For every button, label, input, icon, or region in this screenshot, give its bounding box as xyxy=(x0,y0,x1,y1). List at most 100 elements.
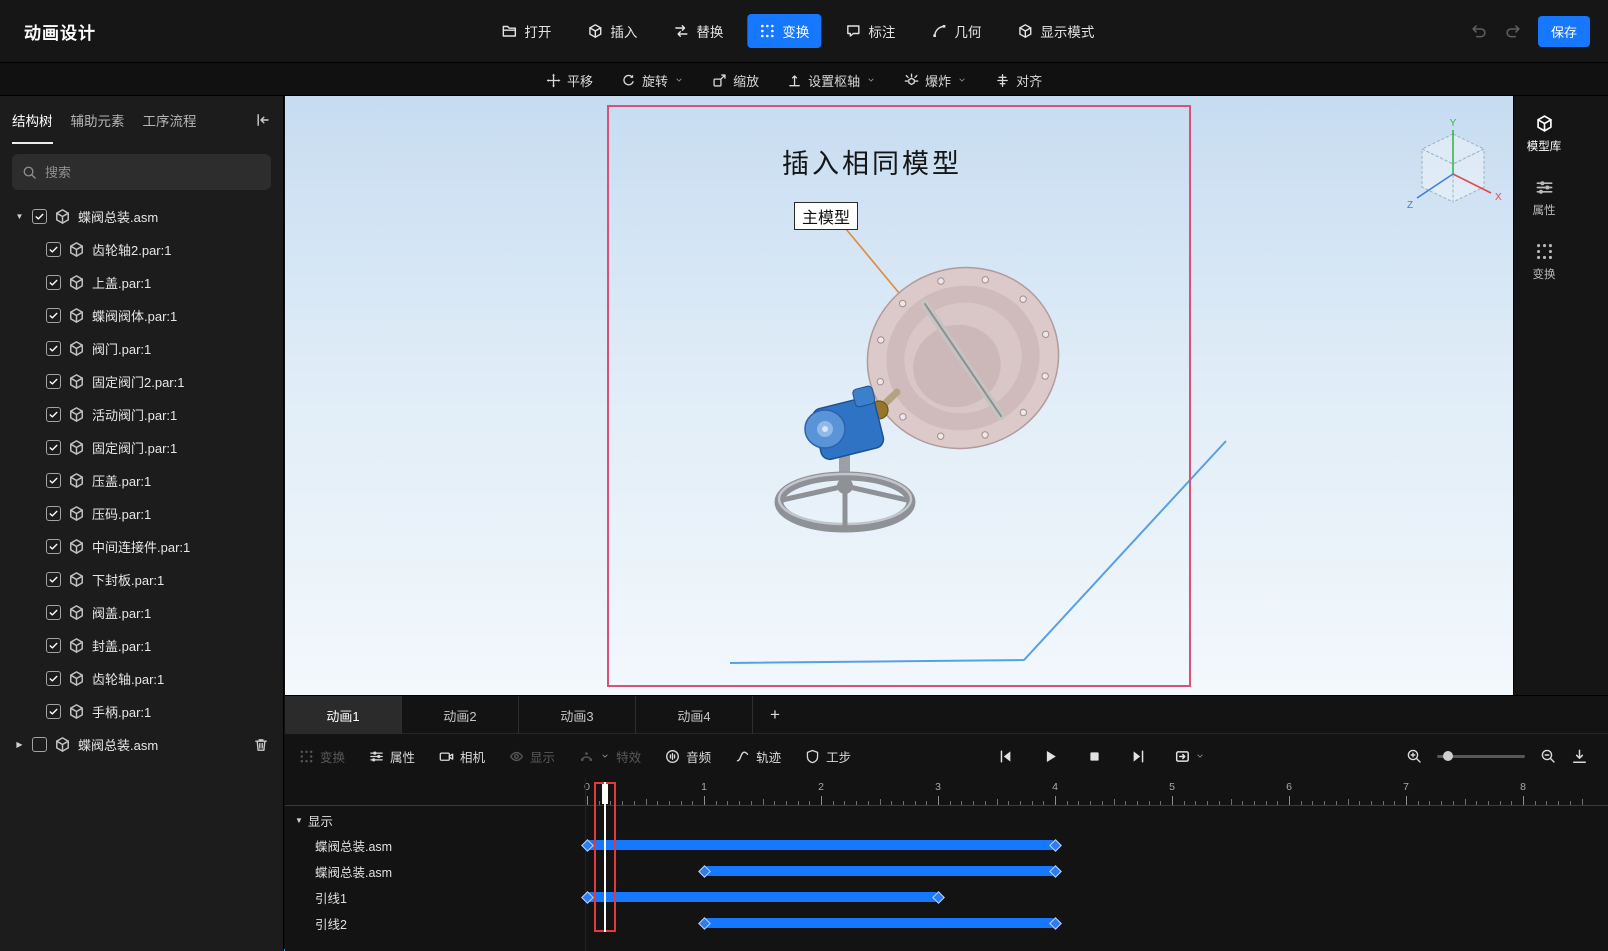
tree-item[interactable]: 固定阀门.par:1 xyxy=(0,431,283,464)
search-input[interactable] xyxy=(45,164,261,180)
checkbox-checked[interactable] xyxy=(46,704,61,719)
slide-frame[interactable] xyxy=(607,105,1191,687)
toolbar-button-pan[interactable]: 平移 xyxy=(546,71,593,90)
animation-tab-4[interactable]: 动画4 xyxy=(636,696,753,734)
right-panel-button-transform[interactable]: 变换 xyxy=(1518,242,1570,282)
toolbar-button-align[interactable]: 对齐 xyxy=(995,71,1042,90)
model-callout-label[interactable]: 主模型 xyxy=(794,202,859,230)
timeline-tool-effects[interactable]: 特效 xyxy=(579,747,641,766)
tree-root-item-2[interactable]: ▶ 蝶阀总装.asm xyxy=(0,728,283,761)
redo-button[interactable] xyxy=(1504,22,1522,40)
tree-item[interactable]: 压码.par:1 xyxy=(0,497,283,530)
tree-item[interactable]: 封盖.par:1 xyxy=(0,629,283,662)
topbar-button-geometry[interactable]: 几何 xyxy=(919,14,993,48)
checkbox-checked[interactable] xyxy=(46,539,61,554)
checkbox-checked[interactable] xyxy=(46,308,61,323)
trash-button[interactable] xyxy=(253,737,269,753)
tree-item[interactable]: 固定阀门2.par:1 xyxy=(0,365,283,398)
tree-item[interactable]: 压盖.par:1 xyxy=(0,464,283,497)
tree-item[interactable]: 阀门.par:1 xyxy=(0,332,283,365)
playhead-handle[interactable] xyxy=(601,784,608,804)
view-cube[interactable]: Y X Z xyxy=(1407,118,1502,211)
timeline-ruler[interactable]: 012345678 xyxy=(285,778,1608,806)
timeline-tool-trajectory[interactable]: 轨迹 xyxy=(735,747,781,766)
checkbox-checked[interactable] xyxy=(46,275,61,290)
track-label[interactable]: 蝶阀总装.asm xyxy=(315,832,392,858)
topbar-button-open[interactable]: 打开 xyxy=(489,14,563,48)
search-box[interactable] xyxy=(12,154,271,190)
animation-tab-3[interactable]: 动画3 xyxy=(519,696,636,734)
timeline-bar[interactable] xyxy=(704,866,1055,876)
checkbox-checked[interactable] xyxy=(46,341,61,356)
timeline-bar[interactable] xyxy=(587,840,1055,850)
track-label[interactable]: 引线1 xyxy=(315,884,347,910)
tree-item[interactable]: 活动阀门.par:1 xyxy=(0,398,283,431)
zoom-out-button[interactable] xyxy=(1540,748,1556,764)
timeline-tool-transform[interactable]: 变换 xyxy=(299,747,345,766)
skip-forward-button[interactable] xyxy=(1130,748,1147,765)
checkbox-checked[interactable] xyxy=(46,506,61,521)
undo-button[interactable] xyxy=(1470,22,1488,40)
topbar-button-transform[interactable]: 变换 xyxy=(747,14,822,48)
right-panel-button-model-library[interactable]: 模型库 xyxy=(1518,114,1570,154)
topbar-button-replace[interactable]: 替换 xyxy=(661,14,735,48)
timeline-tool-camera[interactable]: 相机 xyxy=(439,747,485,766)
tree-item[interactable]: 齿轮轴.par:1 xyxy=(0,662,283,695)
topbar-button-annotate[interactable]: 标注 xyxy=(833,14,907,48)
sidebar-tab-process-flow[interactable]: 工序流程 xyxy=(143,96,197,144)
track-label[interactable]: 蝶阀总装.asm xyxy=(315,858,392,884)
topbar-button-insert[interactable]: 插入 xyxy=(575,14,649,48)
tree-item[interactable]: 手柄.par:1 xyxy=(0,695,283,728)
tree-item[interactable]: 蝶阀阀体.par:1 xyxy=(0,299,283,332)
zoom-in-button[interactable] xyxy=(1406,748,1422,764)
playhead-line[interactable] xyxy=(603,782,606,932)
tree-item[interactable]: 下封板.par:1 xyxy=(0,563,283,596)
chevron-right-icon[interactable]: ▶ xyxy=(14,740,25,749)
timeline-tool-display[interactable]: 显示 xyxy=(509,747,555,766)
topbar-button-display-mode[interactable]: 显示模式 xyxy=(1005,14,1106,48)
timeline-tool-step[interactable]: 工步 xyxy=(805,747,851,766)
checkbox-checked[interactable] xyxy=(46,374,61,389)
toolbar-button-pivot[interactable]: 设置枢轴 xyxy=(787,71,876,90)
tree-item[interactable]: 阀盖.par:1 xyxy=(0,596,283,629)
right-panel-button-properties[interactable]: 属性 xyxy=(1518,178,1570,218)
checkbox-checked[interactable] xyxy=(46,572,61,587)
timeline-zoom-slider[interactable] xyxy=(1437,751,1525,761)
play-mode-button[interactable] xyxy=(1175,748,1205,765)
tree-item[interactable]: 齿轮轴2.par:1 xyxy=(0,233,283,266)
timeline-tool-properties[interactable]: 属性 xyxy=(369,747,415,766)
chevron-down-icon[interactable]: ▼ xyxy=(14,212,25,221)
checkbox-checked[interactable] xyxy=(46,473,61,488)
checkbox-checked[interactable] xyxy=(46,671,61,686)
tree-item[interactable]: 中间连接件.par:1 xyxy=(0,530,283,563)
viewport[interactable]: Y X Z 插入相同模型 主模型 xyxy=(285,96,1513,695)
tree-root-item[interactable]: ▼ 蝶阀总装.asm xyxy=(0,200,283,233)
save-button[interactable]: 保存 xyxy=(1537,15,1590,47)
collapse-panel-button[interactable] xyxy=(255,112,271,128)
checkbox-checked[interactable] xyxy=(46,605,61,620)
play-button[interactable] xyxy=(1042,748,1059,765)
toolbar-button-scale[interactable]: 缩放 xyxy=(712,71,759,90)
track-label[interactable]: 引线2 xyxy=(315,910,347,936)
toolbar-button-explode[interactable]: 爆炸 xyxy=(904,71,967,90)
sidebar-tab-structure-tree[interactable]: 结构树 xyxy=(12,96,53,144)
sidebar-tab-aux-elements[interactable]: 辅助元素 xyxy=(71,96,125,144)
checkbox-unchecked[interactable] xyxy=(32,737,47,752)
checkbox-checked[interactable] xyxy=(46,638,61,653)
checkbox-checked[interactable] xyxy=(46,407,61,422)
checkbox-checked[interactable] xyxy=(46,440,61,455)
animation-tab-2[interactable]: 动画2 xyxy=(402,696,519,734)
animation-tab-1[interactable]: 动画1 xyxy=(285,696,402,734)
timeline-bar[interactable] xyxy=(704,918,1055,928)
download-button[interactable] xyxy=(1571,748,1588,765)
add-animation-tab-button[interactable]: + xyxy=(753,696,797,734)
display-group-header[interactable]: ▼ 显示 xyxy=(295,808,333,832)
timeline-bar[interactable] xyxy=(587,892,938,902)
skip-back-button[interactable] xyxy=(997,748,1014,765)
stop-button[interactable] xyxy=(1087,749,1102,764)
checkbox-checked[interactable] xyxy=(32,209,47,224)
tree-item[interactable]: 上盖.par:1 xyxy=(0,266,283,299)
timeline-tool-audio[interactable]: 音频 xyxy=(665,747,711,766)
toolbar-button-rotate[interactable]: 旋转 xyxy=(621,71,684,90)
slider-knob[interactable] xyxy=(1443,751,1453,761)
